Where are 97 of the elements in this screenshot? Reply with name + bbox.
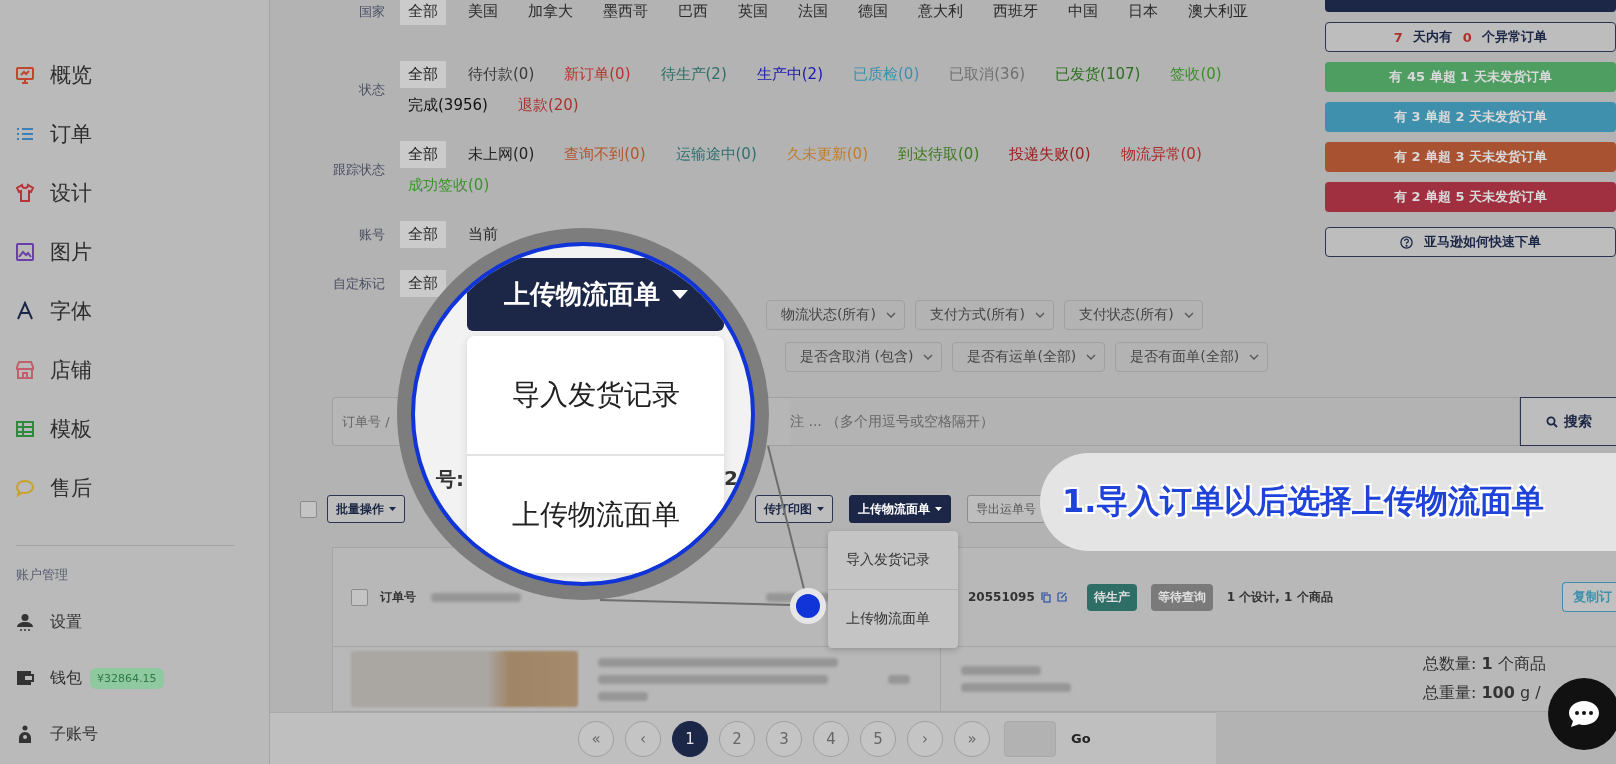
filter-option[interactable]: 当前	[468, 224, 498, 245]
chevron-down-icon	[885, 312, 896, 318]
order-number: 20551095	[968, 590, 1035, 604]
filter-select[interactable]: 是否有运单(全部)	[952, 342, 1106, 372]
page-button[interactable]: 1	[672, 720, 708, 757]
filter-option[interactable]: 全部	[400, 270, 446, 297]
filter-option[interactable]: 意大利	[918, 1, 963, 22]
search-hint: 注 ... （多个用逗号或空格隔开）	[790, 397, 1520, 446]
wallet-icon	[16, 669, 34, 687]
blurred-text	[888, 674, 910, 684]
alert-button[interactable]: 有 2 单超 5 天未发货订单	[1325, 182, 1616, 212]
search-button[interactable]: 搜索	[1520, 397, 1616, 446]
filter-option[interactable]: 生产中(2)	[756, 64, 823, 85]
copy-icon[interactable]	[1040, 591, 1051, 603]
chevron-down-icon	[1183, 312, 1194, 318]
filter-option[interactable]: 全部	[400, 61, 446, 88]
chevron-down-icon	[1086, 354, 1097, 360]
filter-option[interactable]: 完成(3956)	[408, 95, 488, 116]
filter-option[interactable]: 法国	[798, 1, 828, 22]
filter-option[interactable]: 巴西	[678, 1, 708, 22]
filter-label: 国家	[358, 2, 386, 21]
upload-button[interactable]: 上传物流面单	[467, 258, 724, 331]
filter-option[interactable]: 澳大利亚	[1188, 1, 1248, 22]
menu-item[interactable]: 导入发货记录	[828, 531, 958, 589]
filter-option[interactable]: 中国	[1068, 1, 1098, 22]
toolbar-button[interactable]: 上传物流面单	[849, 495, 951, 523]
caret-icon	[935, 507, 942, 511]
order-number-label: 订单号	[380, 588, 416, 606]
filter-label: 跟踪状态	[332, 161, 386, 179]
search-icon	[1545, 415, 1558, 428]
filter-option[interactable]: 未上网(0)	[468, 144, 535, 165]
callout-text: 1.导入订单以后选择上传物流面单	[1062, 481, 1545, 522]
filter-option[interactable]: 美国	[468, 1, 498, 22]
filter-select[interactable]: 是否有面单(全部)	[1115, 342, 1269, 372]
filter-option[interactable]: 日本	[1128, 1, 1158, 22]
checkbox[interactable]	[351, 588, 368, 606]
nav-item[interactable]: 售后	[0, 458, 269, 517]
pointer-dot	[790, 588, 826, 624]
filter-option[interactable]: 全部	[400, 221, 446, 248]
filter-option[interactable]: 西班牙	[993, 1, 1038, 22]
go-button[interactable]: Go	[1067, 731, 1095, 746]
status-tag: 等待查询	[1150, 583, 1213, 611]
blurred-text	[598, 691, 648, 701]
filter-option[interactable]: 德国	[858, 1, 888, 22]
magnified-text: 2	[724, 466, 738, 490]
menu-item[interactable]: 导入发货记录	[467, 336, 724, 454]
help-button[interactable]: 亚马逊如何快速下单	[1325, 227, 1616, 257]
nav-item[interactable]: 概览	[0, 45, 269, 104]
help-icon	[1400, 235, 1414, 249]
nav-item[interactable]: 字体	[0, 281, 269, 340]
filter-option[interactable]: 投递失败(0)	[1009, 144, 1091, 165]
toolbar-button[interactable]: 导出运单号	[967, 495, 1045, 523]
filter-select[interactable]: 支付状态(所有)	[1063, 300, 1203, 330]
alert-button[interactable]: 有 2 单超 3 天未发货订单	[1325, 142, 1616, 172]
filter-select[interactable]: 是否含取消 (包含)	[785, 342, 943, 372]
filter-label: 自定标记	[332, 274, 386, 293]
account-item[interactable]: 设置	[16, 611, 82, 633]
nav-item[interactable]: 订单	[0, 104, 269, 163]
filter-option[interactable]: 全部	[400, 0, 446, 25]
balance-badge: ¥32864.15	[90, 667, 164, 689]
filter-option[interactable]: 待付款(0)	[468, 64, 535, 85]
filter-select[interactable]: 支付方式(所有)	[914, 300, 1054, 330]
menu-item[interactable]: 上传物流面单	[828, 589, 958, 648]
filter-option[interactable]: 加拿大	[528, 1, 573, 22]
caret-icon	[817, 507, 824, 511]
chevron-down-icon	[1249, 354, 1260, 360]
user-icon	[16, 613, 34, 631]
caret-icon	[389, 507, 396, 511]
filter-option[interactable]: 全部	[400, 141, 446, 168]
chevron-down-icon	[923, 354, 934, 360]
total-text: 总重量: 100 g /	[1423, 683, 1542, 704]
chevron-down-icon	[1034, 312, 1045, 318]
total-text: 总数量: 1 个商品	[1423, 654, 1547, 675]
nav-item[interactable]: 图片	[0, 222, 269, 281]
user-icon	[16, 725, 34, 743]
filter-label: 账号	[358, 225, 386, 244]
top-button[interactable]	[1325, 0, 1616, 12]
account-item[interactable]: 钱包	[16, 667, 82, 689]
nav-item[interactable]: 模板	[0, 399, 269, 458]
edit-icon[interactable]	[1056, 592, 1067, 602]
section-title: 账户管理	[16, 566, 68, 584]
toolbar-button[interactable]: 批量操作	[327, 495, 405, 523]
menu-item[interactable]: 上传物流面单	[467, 454, 724, 574]
account-item[interactable]: 子账号	[16, 723, 98, 745]
nav-item[interactable]: 设计	[0, 163, 269, 222]
filter-label: 状态	[358, 81, 386, 99]
magnified-text: 号:	[436, 466, 464, 493]
order-summary: 1 个设计, 1 个商品	[1226, 588, 1333, 606]
caret-icon	[671, 290, 688, 299]
filter-option[interactable]: 英国	[738, 1, 768, 22]
alert-button[interactable]: 7 天内有 0 个异常订单	[1325, 22, 1616, 52]
nav-item[interactable]: 店铺	[0, 340, 269, 399]
status-tag: 待生产	[1086, 583, 1137, 611]
filter-option[interactable]: 墨西哥	[603, 1, 648, 22]
chat-icon	[1567, 699, 1601, 729]
checkbox[interactable]	[300, 500, 317, 518]
filter-select[interactable]: 物流状态(所有)	[766, 300, 905, 330]
